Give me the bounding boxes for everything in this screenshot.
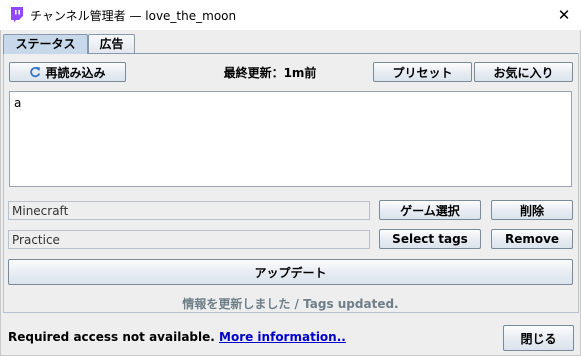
more-information-link[interactable]: More information.. [219, 330, 346, 344]
reload-button[interactable]: 再読み込み [9, 62, 126, 82]
twitch-app-icon [11, 7, 23, 23]
status-message: 情報を更新しました / Tags updated. [182, 297, 399, 311]
window-close-icon[interactable]: ✕ [552, 3, 576, 27]
tab-ads[interactable]: 広告 [88, 34, 135, 53]
select-tags-button[interactable]: Select tags [379, 229, 481, 249]
close-button[interactable]: 閉じる [503, 325, 574, 351]
game-select-button[interactable]: ゲーム選択 [379, 200, 481, 220]
reload-label: 再読み込み [45, 65, 106, 80]
access-notice: Required access not available. [8, 330, 215, 344]
delete-button[interactable]: 削除 [491, 200, 573, 220]
refresh-icon [30, 67, 41, 78]
update-button[interactable]: アップデート [8, 259, 573, 285]
favorites-button[interactable]: お気に入り [474, 62, 573, 82]
window-title: チャンネル管理者 — love_the_moon [30, 9, 237, 23]
tags-field: Practice [8, 230, 370, 249]
tab-status[interactable]: ステータス [3, 34, 88, 54]
remove-button[interactable]: Remove [491, 229, 573, 249]
game-field: Minecraft [8, 201, 370, 220]
preset-button[interactable]: プリセット [373, 62, 472, 82]
last-updated-label: 最終更新：1m前 [223, 66, 317, 80]
footer-notice: Required access not available. More info… [8, 330, 346, 344]
status-textarea[interactable]: a [9, 91, 572, 187]
